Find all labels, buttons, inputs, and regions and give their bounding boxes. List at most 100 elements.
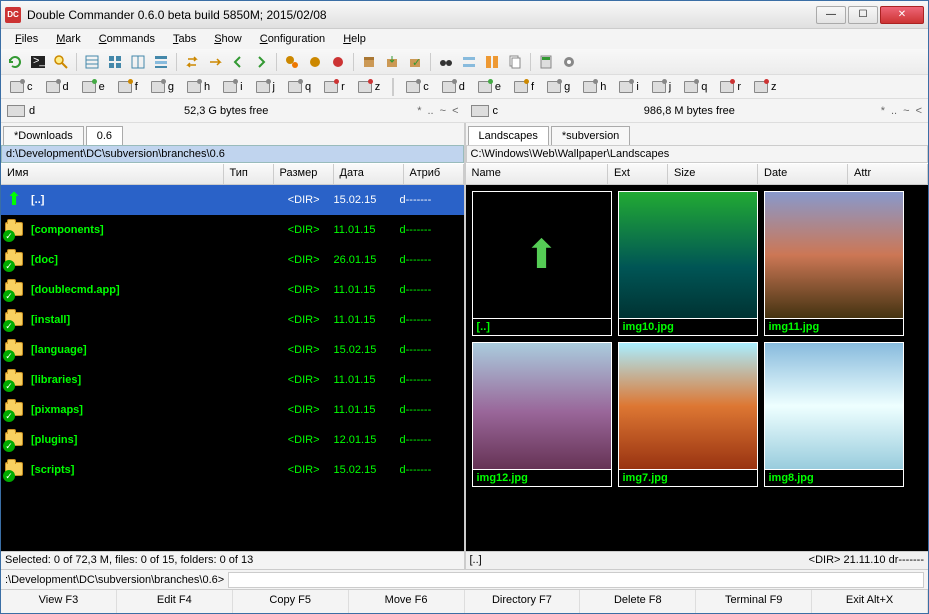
- settings-icon[interactable]: [559, 52, 579, 72]
- thumbnail[interactable]: img7.jpg: [618, 342, 758, 487]
- left-filelist[interactable]: ⬆[..]<DIR>15.02.15d-------✓[components]<…: [1, 185, 464, 551]
- column-header[interactable]: Name: [466, 164, 609, 184]
- file-row[interactable]: ✓[plugins]<DIR>12.01.15d-------: [1, 425, 464, 455]
- view1-icon[interactable]: [82, 52, 102, 72]
- thumbnail[interactable]: img12.jpg: [472, 342, 612, 487]
- drive-d[interactable]: d: [41, 77, 74, 97]
- menu-show[interactable]: Show: [206, 31, 250, 47]
- tab[interactable]: Landscapes: [468, 126, 549, 145]
- drive-f[interactable]: f: [113, 77, 143, 97]
- file-row[interactable]: ⬆[..]<DIR>15.02.15d-------: [1, 185, 464, 215]
- left-fav-icon[interactable]: *: [417, 105, 421, 117]
- file-row[interactable]: ✓[libraries]<DIR>11.01.15d-------: [1, 365, 464, 395]
- terminal-icon[interactable]: >_: [28, 52, 48, 72]
- fkey-button[interactable]: Delete F8: [580, 590, 696, 613]
- minimize-button[interactable]: —: [816, 6, 846, 24]
- tab[interactable]: 0.6: [86, 126, 123, 145]
- sync-icon[interactable]: [482, 52, 502, 72]
- tab[interactable]: *Downloads: [3, 126, 84, 145]
- drive-j[interactable]: j: [251, 77, 280, 97]
- menu-configuration[interactable]: Configuration: [252, 31, 333, 47]
- left-path[interactable]: d:\Development\DC\subversion\branches\0.…: [1, 145, 464, 163]
- column-header[interactable]: Size: [668, 164, 758, 184]
- file-row[interactable]: ✓[doc]<DIR>26.01.15d-------: [1, 245, 464, 275]
- drive-r[interactable]: r: [715, 77, 746, 97]
- close-button[interactable]: ✕: [880, 6, 924, 24]
- column-header[interactable]: Date: [758, 164, 848, 184]
- view2-icon[interactable]: [105, 52, 125, 72]
- calc-icon[interactable]: [536, 52, 556, 72]
- column-header[interactable]: Тип: [224, 164, 274, 184]
- fkey-button[interactable]: Directory F7: [465, 590, 581, 613]
- right-fav-icon[interactable]: *: [881, 105, 885, 117]
- right-path[interactable]: C:\Windows\Web\Wallpaper\Landscapes: [466, 145, 929, 163]
- drive-q[interactable]: q: [283, 77, 316, 97]
- drive-j[interactable]: j: [647, 77, 676, 97]
- drive-h[interactable]: h: [182, 77, 215, 97]
- thumbnail[interactable]: img8.jpg: [764, 342, 904, 487]
- right-up-icon[interactable]: <: [916, 105, 922, 117]
- test-icon[interactable]: ✓: [405, 52, 425, 72]
- drive-h[interactable]: h: [578, 77, 611, 97]
- left-drive-label[interactable]: d: [7, 105, 35, 117]
- drive-i[interactable]: i: [614, 77, 643, 97]
- left-up-icon[interactable]: <: [452, 105, 458, 117]
- thumbnail[interactable]: img11.jpg: [764, 191, 904, 336]
- drive-q[interactable]: q: [679, 77, 712, 97]
- fkey-button[interactable]: Copy F5: [233, 590, 349, 613]
- fkey-button[interactable]: Exit Alt+X: [812, 590, 928, 613]
- drive-d[interactable]: d: [437, 77, 470, 97]
- right-home-icon[interactable]: ~: [903, 105, 909, 117]
- menu-files[interactable]: Files: [7, 31, 46, 47]
- drive-z[interactable]: z: [353, 77, 386, 97]
- menu-help[interactable]: Help: [335, 31, 374, 47]
- file-row[interactable]: ✓[language]<DIR>15.02.15d-------: [1, 335, 464, 365]
- column-header[interactable]: Дата: [334, 164, 404, 184]
- left-home-icon[interactable]: ~: [440, 105, 446, 117]
- copynames-icon[interactable]: [505, 52, 525, 72]
- drive-g[interactable]: g: [542, 77, 575, 97]
- search-icon[interactable]: [51, 52, 71, 72]
- column-header[interactable]: Размер: [274, 164, 334, 184]
- binoculars-icon[interactable]: [436, 52, 456, 72]
- multirename-icon[interactable]: [459, 52, 479, 72]
- menu-mark[interactable]: Mark: [48, 31, 88, 47]
- fkey-button[interactable]: Terminal F9: [696, 590, 812, 613]
- target-icon[interactable]: [205, 52, 225, 72]
- drive-r[interactable]: r: [319, 77, 350, 97]
- maximize-button[interactable]: ☐: [848, 6, 878, 24]
- forward-icon[interactable]: [251, 52, 271, 72]
- menu-commands[interactable]: Commands: [91, 31, 163, 47]
- view3-icon[interactable]: [128, 52, 148, 72]
- column-header[interactable]: Имя: [1, 164, 224, 184]
- drive-e[interactable]: e: [77, 77, 110, 97]
- back-icon[interactable]: [228, 52, 248, 72]
- right-drive-label[interactable]: c: [471, 105, 499, 117]
- thumbnail[interactable]: img10.jpg: [618, 191, 758, 336]
- drive-e[interactable]: e: [473, 77, 506, 97]
- file-row[interactable]: ✓[pixmaps]<DIR>11.01.15d-------: [1, 395, 464, 425]
- swap-icon[interactable]: [182, 52, 202, 72]
- file-row[interactable]: ✓[scripts]<DIR>15.02.15d-------: [1, 455, 464, 485]
- fkey-button[interactable]: Move F6: [349, 590, 465, 613]
- drive-i[interactable]: i: [218, 77, 247, 97]
- drive-z[interactable]: z: [749, 77, 782, 97]
- tab[interactable]: *subversion: [551, 126, 630, 145]
- drive-c[interactable]: c: [401, 77, 434, 97]
- file-row[interactable]: ✓[components]<DIR>11.01.15d-------: [1, 215, 464, 245]
- drive-f[interactable]: f: [509, 77, 539, 97]
- drive-g[interactable]: g: [146, 77, 179, 97]
- drive-c[interactable]: c: [5, 77, 38, 97]
- unpack-icon[interactable]: [382, 52, 402, 72]
- refresh-icon[interactable]: [5, 52, 25, 72]
- thumbnail[interactable]: ⬆[..]: [472, 191, 612, 336]
- command-input[interactable]: [228, 572, 924, 588]
- left-root-icon[interactable]: ..: [428, 105, 434, 117]
- column-header[interactable]: Attr: [848, 164, 928, 184]
- file-row[interactable]: ✓[install]<DIR>11.01.15d-------: [1, 305, 464, 335]
- pack-icon[interactable]: [359, 52, 379, 72]
- gears2-icon[interactable]: [305, 52, 325, 72]
- file-row[interactable]: ✓[doublecmd.app]<DIR>11.01.15d-------: [1, 275, 464, 305]
- column-header[interactable]: Ext: [608, 164, 668, 184]
- fkey-button[interactable]: Edit F4: [117, 590, 233, 613]
